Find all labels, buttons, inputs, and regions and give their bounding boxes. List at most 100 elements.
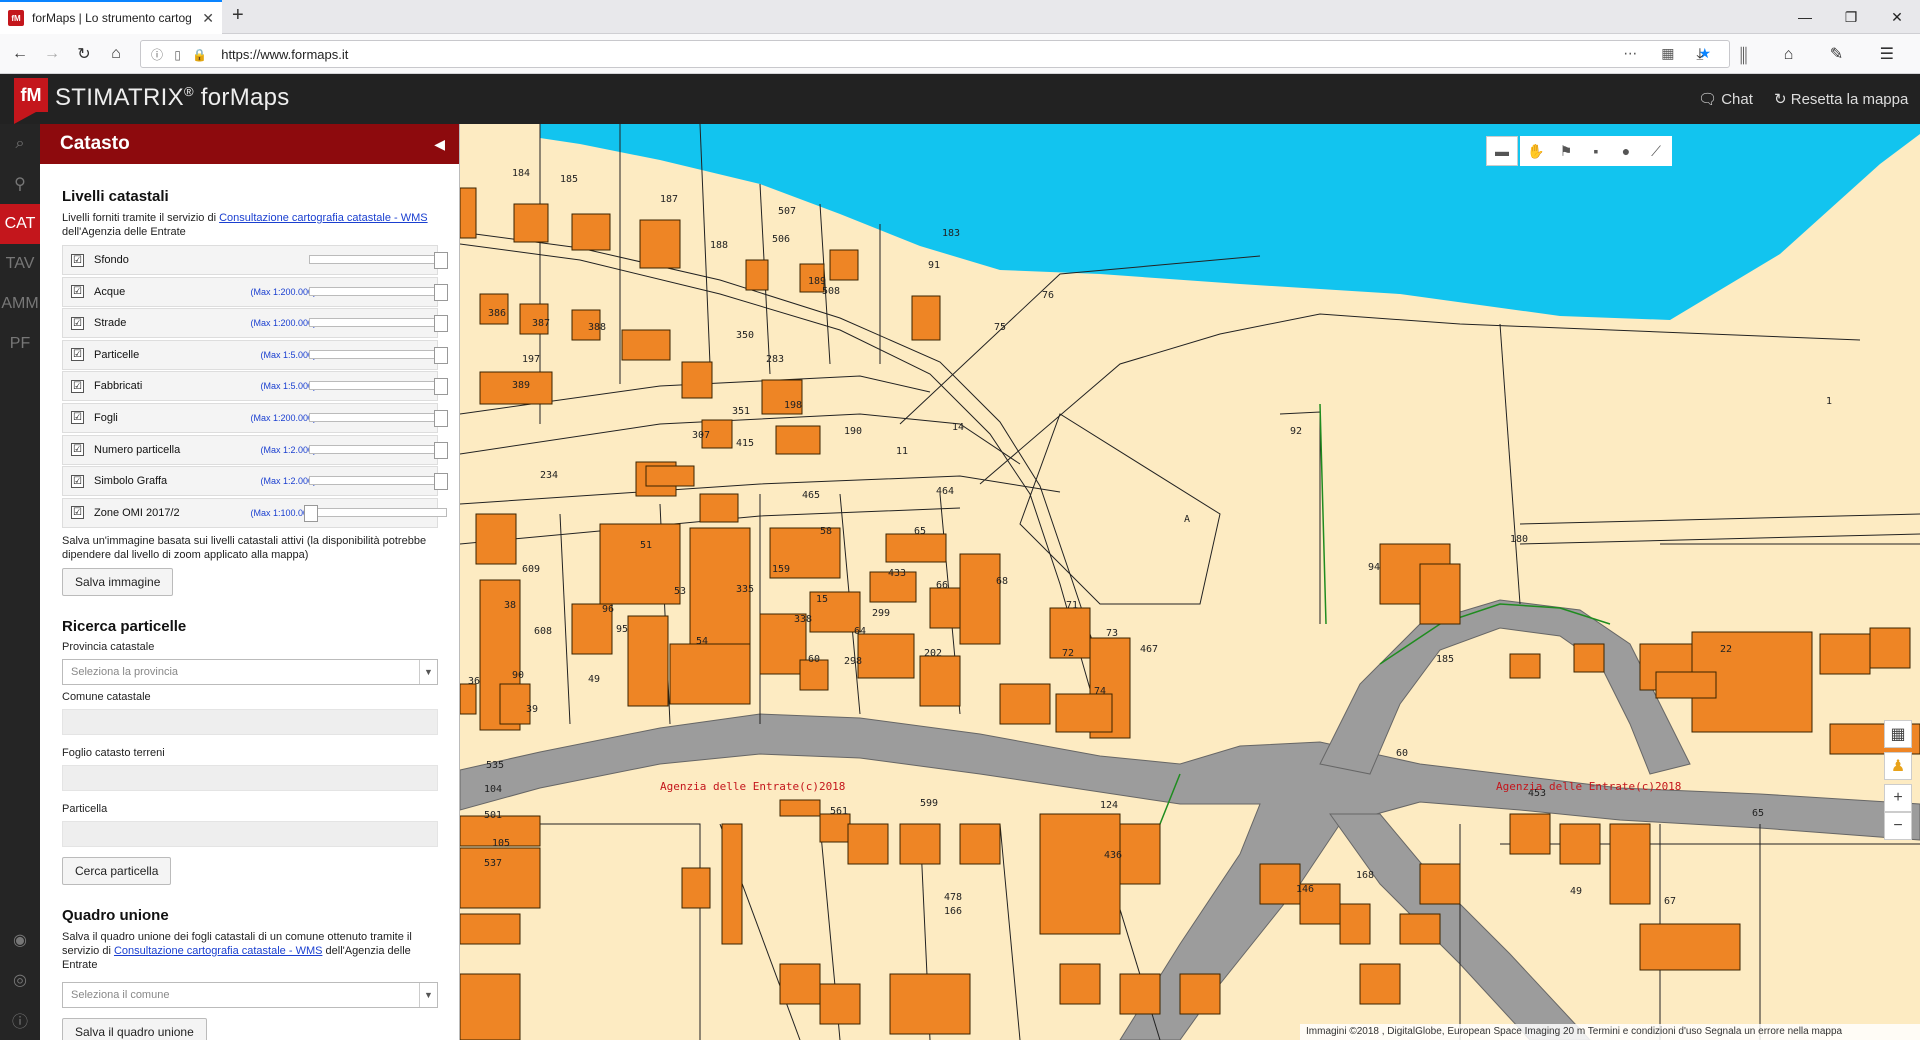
chevron-down-icon[interactable]: ▼ bbox=[419, 982, 437, 1007]
layer-checkbox[interactable]: ☑ bbox=[71, 348, 84, 362]
parcel-number: 464 bbox=[936, 486, 954, 497]
pan-hand-icon[interactable]: ✋ bbox=[1520, 136, 1552, 166]
opacity-slider[interactable] bbox=[304, 504, 447, 522]
parcel-number: 599 bbox=[920, 798, 938, 809]
zoom-in-button[interactable]: + bbox=[1884, 784, 1912, 812]
opacity-slider[interactable] bbox=[309, 315, 448, 333]
parcel-number: 60 bbox=[808, 654, 820, 665]
slider-handle[interactable] bbox=[434, 409, 448, 427]
layer-scale: (Max 1:200.000) bbox=[250, 318, 316, 329]
parcel-number: 180 bbox=[1510, 534, 1528, 545]
layer-checkbox[interactable]: ☑ bbox=[71, 474, 84, 488]
layer-checkbox[interactable]: ☑ bbox=[71, 443, 84, 457]
slider-handle[interactable] bbox=[304, 504, 318, 522]
comune-field[interactable] bbox=[62, 708, 438, 735]
slider-handle[interactable] bbox=[434, 315, 448, 333]
restore-icon[interactable]: ❐ bbox=[1828, 0, 1874, 34]
map-type-icon[interactable]: ▦ bbox=[1884, 720, 1912, 748]
layer-checkbox[interactable]: ☑ bbox=[71, 253, 84, 267]
forward-icon[interactable]: → bbox=[40, 42, 64, 66]
circle-icon[interactable]: ● bbox=[1610, 136, 1642, 166]
chevron-down-icon[interactable]: ▼ bbox=[419, 659, 437, 684]
slider-handle[interactable] bbox=[434, 283, 448, 301]
quadro-wms-link[interactable]: Consultazione cartografia catastale - WM… bbox=[114, 945, 322, 957]
opacity-slider[interactable] bbox=[309, 441, 448, 459]
slider-handle[interactable] bbox=[434, 473, 448, 491]
search-icon[interactable]: ⌕ bbox=[0, 124, 40, 164]
reset-map-button[interactable]: ↻ Resetta la mappa bbox=[1774, 90, 1908, 108]
url-text[interactable]: https://www.formaps.it bbox=[221, 47, 348, 62]
home-icon[interactable]: ⌂ bbox=[104, 42, 128, 66]
livelli-title: Livelli catastali bbox=[62, 188, 169, 205]
foglio-field[interactable] bbox=[62, 764, 438, 791]
slider-handle[interactable] bbox=[434, 346, 448, 364]
measure-icon[interactable]: ▬ bbox=[1486, 136, 1518, 166]
info-icon[interactable]: ⓘ bbox=[0, 1000, 40, 1040]
parcel-number: 307 bbox=[692, 430, 710, 441]
comune-select[interactable]: Seleziona il comune ▼ bbox=[62, 981, 438, 1008]
layer-checkbox[interactable]: ☑ bbox=[71, 379, 84, 393]
sidebar-item-amm[interactable]: AMM bbox=[0, 284, 40, 324]
app-title: STIMATRIX® forMaps bbox=[55, 84, 290, 112]
close-tab-icon[interactable]: ✕ bbox=[202, 10, 214, 27]
layer-row: ☑ Sfondo bbox=[62, 245, 448, 275]
parcel-number: 298 bbox=[844, 656, 862, 667]
parcel-number: 433 bbox=[888, 568, 906, 579]
sidebar-item-pf[interactable]: PF bbox=[0, 324, 40, 364]
save-image-button[interactable]: Salva immagine bbox=[62, 567, 174, 596]
parcel-number: 185 bbox=[1436, 654, 1454, 665]
new-tab-icon[interactable]: + bbox=[232, 4, 244, 27]
chat-button[interactable]: 🗨 Chat bbox=[1698, 90, 1753, 108]
layer-checkbox[interactable]: ☑ bbox=[71, 506, 84, 520]
browser-tab[interactable]: fM forMaps | Lo strumento cartog ✕ bbox=[0, 0, 222, 34]
site-info-icon[interactable]: ⓘ ▯ 🔒 bbox=[151, 46, 211, 63]
favicon-icon: fM bbox=[8, 10, 24, 26]
rectangle-icon[interactable]: ▪ bbox=[1580, 136, 1612, 166]
minimize-icon[interactable]: — bbox=[1782, 0, 1828, 34]
layer-checkbox[interactable]: ☑ bbox=[71, 411, 84, 425]
opacity-slider[interactable] bbox=[309, 473, 448, 491]
parcel-number: 72 bbox=[1062, 648, 1074, 659]
parcel-number: 535 bbox=[486, 760, 504, 771]
back-icon[interactable]: ← bbox=[8, 42, 32, 66]
layer-scale: (Max 1:2.000) bbox=[260, 476, 316, 487]
particella-field[interactable] bbox=[62, 820, 438, 847]
foglio-label: Foglio catasto terreni bbox=[62, 746, 165, 759]
slider-handle[interactable] bbox=[434, 252, 448, 269]
map-canvas[interactable]: 18418518718850750618391189508 7675386387 3… bbox=[460, 124, 1920, 1040]
polyline-icon[interactable]: ⟋ bbox=[1640, 136, 1672, 166]
collapse-panel-icon[interactable]: ◀ bbox=[434, 136, 445, 153]
map-pin-icon[interactable]: ⚲ bbox=[0, 164, 40, 204]
parcel-number: 188 bbox=[710, 240, 728, 251]
wms-link[interactable]: Consultazione cartografia catastale - WM… bbox=[219, 212, 427, 224]
save-quadro-button[interactable]: Salva il quadro unione bbox=[62, 1017, 207, 1040]
reload-icon[interactable]: ↻ bbox=[72, 42, 96, 66]
opacity-slider[interactable] bbox=[309, 252, 448, 269]
url-bar[interactable]: ⓘ ▯ 🔒 https://www.formaps.it ⋯ ▦ ★ bbox=[140, 40, 1730, 68]
target-icon[interactable]: ◉ bbox=[0, 920, 40, 960]
slider-handle[interactable] bbox=[434, 378, 448, 396]
cadastral-map[interactable]: 184 185 187 188 507 506 183 91 189 508 76 75 386 387 3… bbox=[460, 124, 1920, 1040]
sidebar-item-tav[interactable]: TAV bbox=[0, 244, 40, 284]
cerca-particella-button[interactable]: Cerca particella bbox=[62, 856, 172, 885]
eye-icon[interactable]: ◎ bbox=[0, 960, 40, 1000]
zoom-out-button[interactable]: − bbox=[1884, 812, 1912, 840]
opacity-slider[interactable] bbox=[309, 409, 448, 427]
toolbar-icons[interactable]: ⤓ ⫼ ⌂ ✎ ☰ bbox=[1696, 44, 1910, 64]
layer-checkbox[interactable]: ☑ bbox=[71, 316, 84, 330]
street-view-icon[interactable]: ♟ bbox=[1884, 752, 1912, 780]
slider-handle[interactable] bbox=[434, 441, 448, 459]
sidebar-item-cat[interactable]: CAT bbox=[0, 204, 40, 244]
opacity-slider[interactable] bbox=[309, 378, 448, 396]
opacity-slider[interactable] bbox=[309, 283, 448, 301]
provincia-select[interactable]: Seleziona la provincia ▼ bbox=[62, 658, 438, 685]
parcel-number: 501 bbox=[484, 810, 502, 821]
map-attribution: Immagini ©2018 , DigitalGlobe, European … bbox=[1300, 1024, 1920, 1040]
marker-icon[interactable]: ⚑ bbox=[1550, 136, 1582, 166]
livelli-note-suffix: dell'Agenzia delle Entrate bbox=[62, 226, 186, 238]
parcel-number: 14 bbox=[952, 422, 964, 433]
layer-checkbox[interactable]: ☑ bbox=[71, 285, 84, 299]
window-close-icon[interactable]: ✕ bbox=[1874, 0, 1920, 34]
opacity-slider[interactable] bbox=[309, 346, 448, 364]
parcel-number: 183 bbox=[942, 228, 960, 239]
